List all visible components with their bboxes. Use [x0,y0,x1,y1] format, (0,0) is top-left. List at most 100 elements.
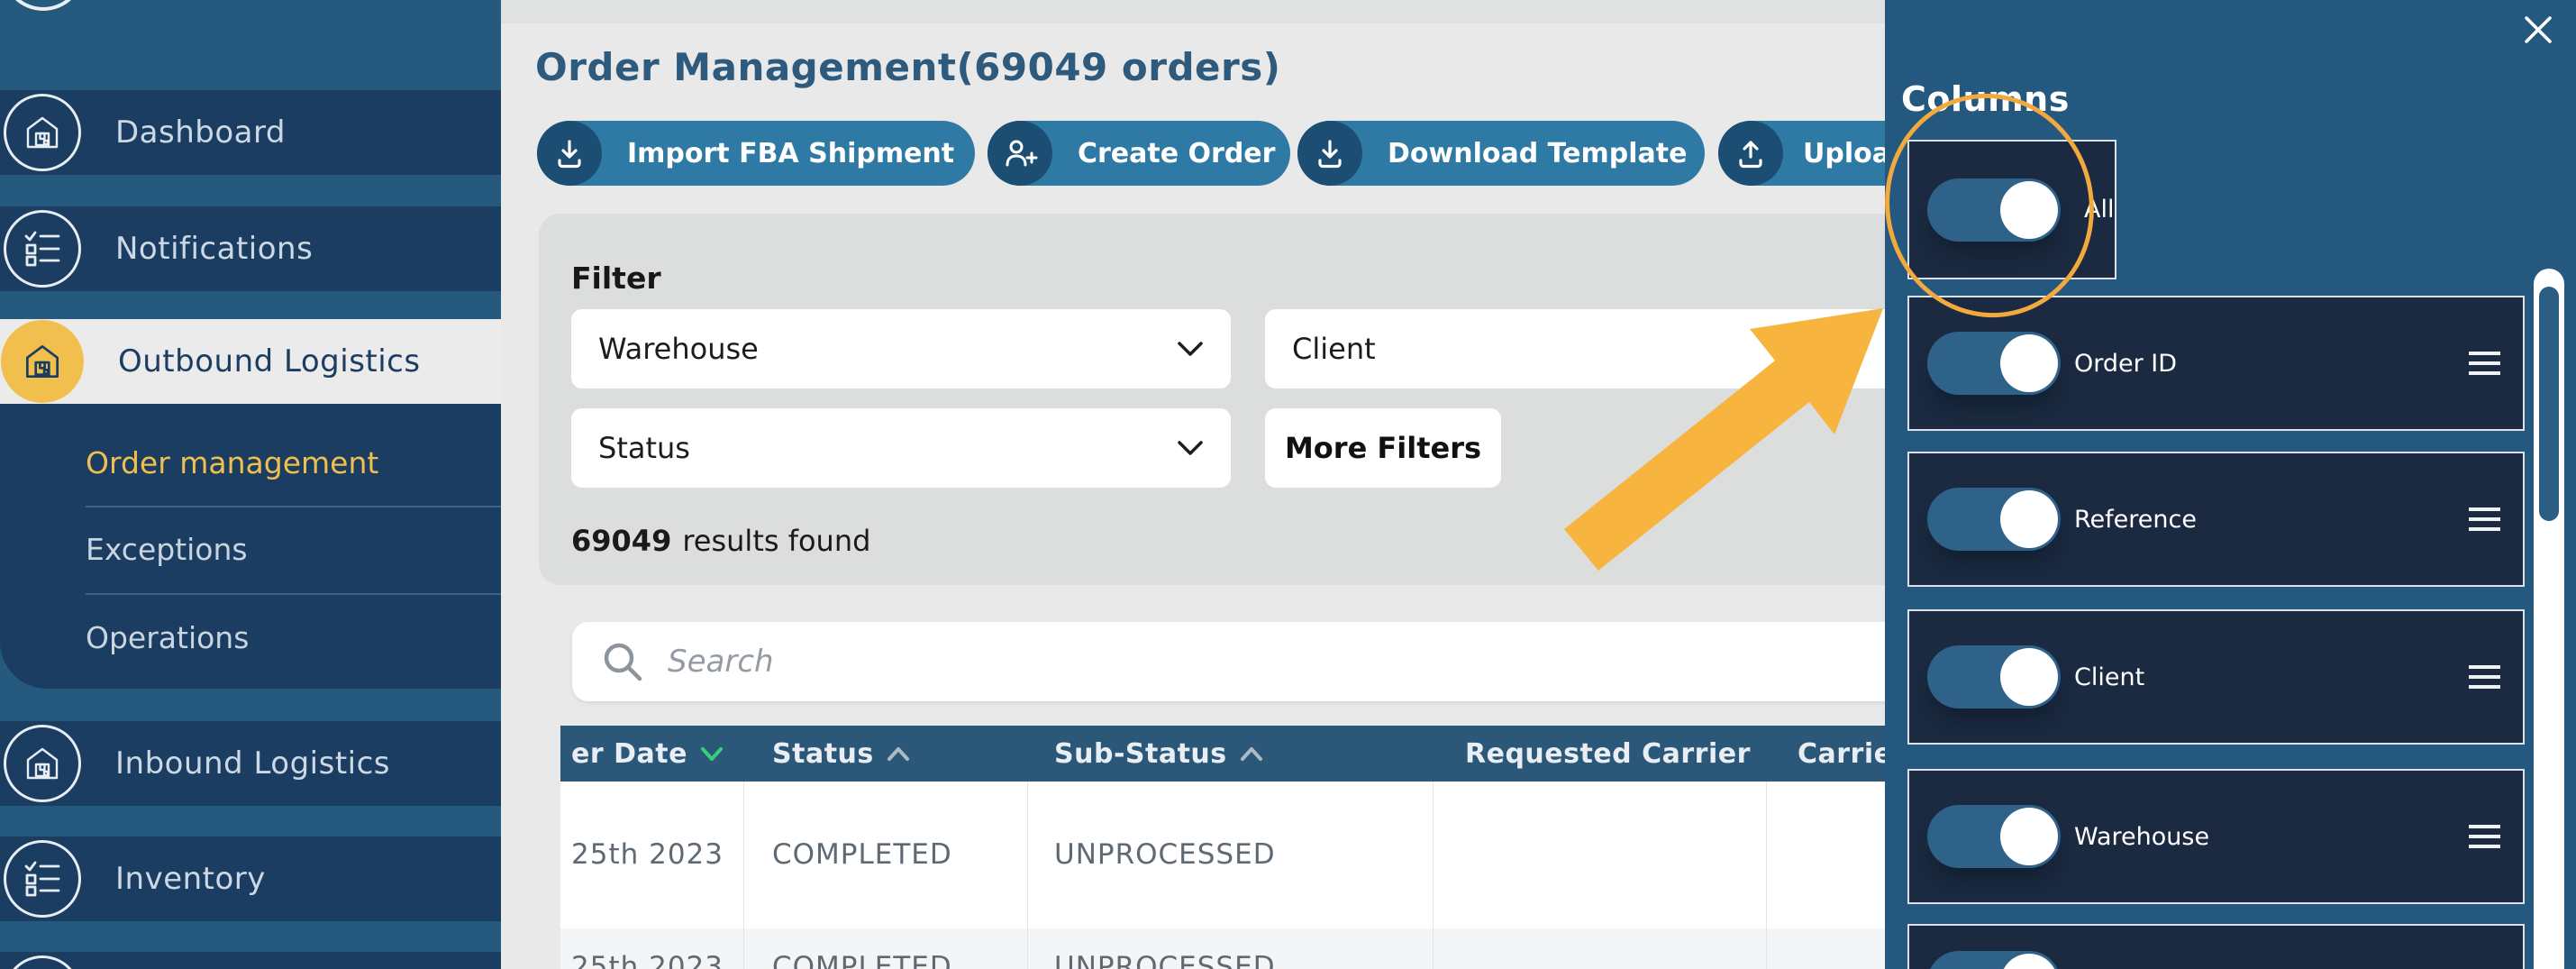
column-row-order-id: Order ID [1907,296,2525,431]
toggle-knob [2000,181,2058,239]
toggle-knob [2000,808,2058,865]
drag-handle-icon[interactable] [2469,501,2500,537]
checklist-icon [4,840,81,918]
table-header: er Date Status Sub-Status Requested Carr… [560,726,2021,782]
cell-status: COMPLETED [772,928,952,969]
download-template-button[interactable]: Download Template [1297,121,1705,186]
person-plus-icon [988,121,1052,186]
button-label: Import FBA Shipment [602,138,979,169]
more-filters-button[interactable]: More Filters [1265,408,1501,488]
column-divider [743,782,744,928]
toggle-reference[interactable] [1927,488,2061,551]
all-columns-row: All [1907,140,2116,279]
column-divider [743,928,744,969]
sidebar-item-operations[interactable]: Operations [86,618,249,658]
search-bar [572,622,2021,701]
warehouse-icon [4,94,81,171]
outbound-submenu: Order management Exceptions Operations [0,404,501,689]
panel-scrollbar[interactable] [2534,269,2564,969]
button-label: Create Order [1052,138,1300,169]
drag-handle-icon[interactable] [2469,659,2500,695]
client-dropdown-value: Client [1292,332,1376,366]
toggle-partial[interactable] [1927,951,2061,969]
results-count: 69049 [571,524,671,558]
import-fba-shipment-button[interactable]: Import FBA Shipment [537,121,975,186]
circle-icon [4,955,81,969]
download-icon [537,121,602,186]
column-divider [1766,782,1767,928]
page-title: Order Management(69049 orders) [535,45,1280,89]
filter-card: Filter Warehouse Client Status More Filt… [539,214,2021,585]
sidebar-item-outbound-logistics[interactable]: Outbound Logistics [0,319,501,404]
scrollbar-thumb[interactable] [2539,287,2559,521]
toggle-knob [2000,490,2058,548]
warehouse-icon [4,725,81,802]
sort-desc-icon [700,746,724,762]
submenu-divider [86,593,501,595]
search-input[interactable] [668,644,2021,680]
download-icon [1297,121,1362,186]
toggle-knob [2000,954,2058,969]
drag-handle-icon[interactable] [2469,818,2500,855]
cell-order-date: 25th 2023 [571,928,724,969]
cell-order-date: 25th 2023 [571,782,724,928]
sidebar: Dashboard Notifications Outbound Logisti… [0,0,501,969]
column-header-requested-carrier[interactable]: Requested Carrier [1465,726,1751,782]
results-count-text: 69049 results found [571,524,870,558]
sidebar-item-notifications[interactable]: Notifications [0,206,501,291]
checklist-icon [4,210,81,288]
toggle-order-id[interactable] [1927,332,2061,395]
toggle-knob [2000,648,2058,706]
sidebar-item-partial[interactable] [0,952,501,969]
sidebar-item-order-management[interactable]: Order management [86,443,378,483]
columns-panel: Columns All Order ID Reference Client [1885,0,2576,969]
submenu-divider [86,506,501,507]
sidebar-item-inventory[interactable]: Inventory [0,836,501,921]
cell-sub-status: UNPROCESSED [1054,782,1276,928]
toggle-client[interactable] [1927,645,2061,708]
column-row-warehouse: Warehouse [1907,769,2525,904]
search-icon [599,638,646,685]
column-divider [1766,928,1767,969]
sidebar-item-exceptions[interactable]: Exceptions [86,530,248,570]
column-row-reference: Reference [1907,452,2525,587]
app-root: Order Management(69049 orders) Import FB… [0,0,2576,969]
column-divider [1433,928,1434,969]
drag-handle-icon[interactable] [2469,345,2500,381]
warehouse-icon [1,320,84,403]
column-header-carrier[interactable]: Carrie [1798,726,1892,782]
status-dropdown-value: Status [598,431,690,465]
cell-sub-status: UNPROCESSED [1054,928,1276,969]
toggle-knob [2000,334,2058,392]
status-dropdown[interactable]: Status [571,408,1231,488]
sidebar-item-inbound-logistics[interactable]: Inbound Logistics [0,721,501,806]
sidebar-item-dashboard[interactable]: Dashboard [0,90,501,175]
cell-status: COMPLETED [772,782,952,928]
column-divider [1027,782,1028,928]
column-header-status[interactable]: Status [772,726,910,782]
column-header-order-date[interactable]: er Date [571,726,724,782]
button-label: Uploa [1783,138,1890,169]
toggle-all[interactable] [1927,178,2061,242]
panel-title: Columns [1901,79,2070,119]
table-row[interactable]: 25th 2023 COMPLETED UNPROCESSED [560,928,2021,969]
close-icon[interactable] [2516,7,2561,52]
results-suffix: results found [682,524,870,558]
sort-asc-icon [1240,746,1263,762]
logo-circle-icon [2,0,85,11]
table-row[interactable]: 25th 2023 COMPLETED UNPROCESSED [560,782,2021,928]
warehouse-dropdown[interactable]: Warehouse [571,309,1231,389]
filter-title: Filter [571,261,661,296]
column-row-partial [1907,924,2525,969]
all-label: All [2084,196,2114,224]
column-divider [1433,782,1434,928]
column-header-sub-status[interactable]: Sub-Status [1054,726,1263,782]
toggle-warehouse[interactable] [1927,805,2061,868]
chevron-down-icon [1177,341,1204,357]
button-label: Download Template [1362,138,1712,169]
upload-icon [1718,121,1783,186]
warehouse-dropdown-value: Warehouse [598,332,759,366]
create-order-button[interactable]: Create Order [988,121,1290,186]
column-row-client: Client [1907,609,2525,745]
chevron-down-icon [1177,440,1204,456]
